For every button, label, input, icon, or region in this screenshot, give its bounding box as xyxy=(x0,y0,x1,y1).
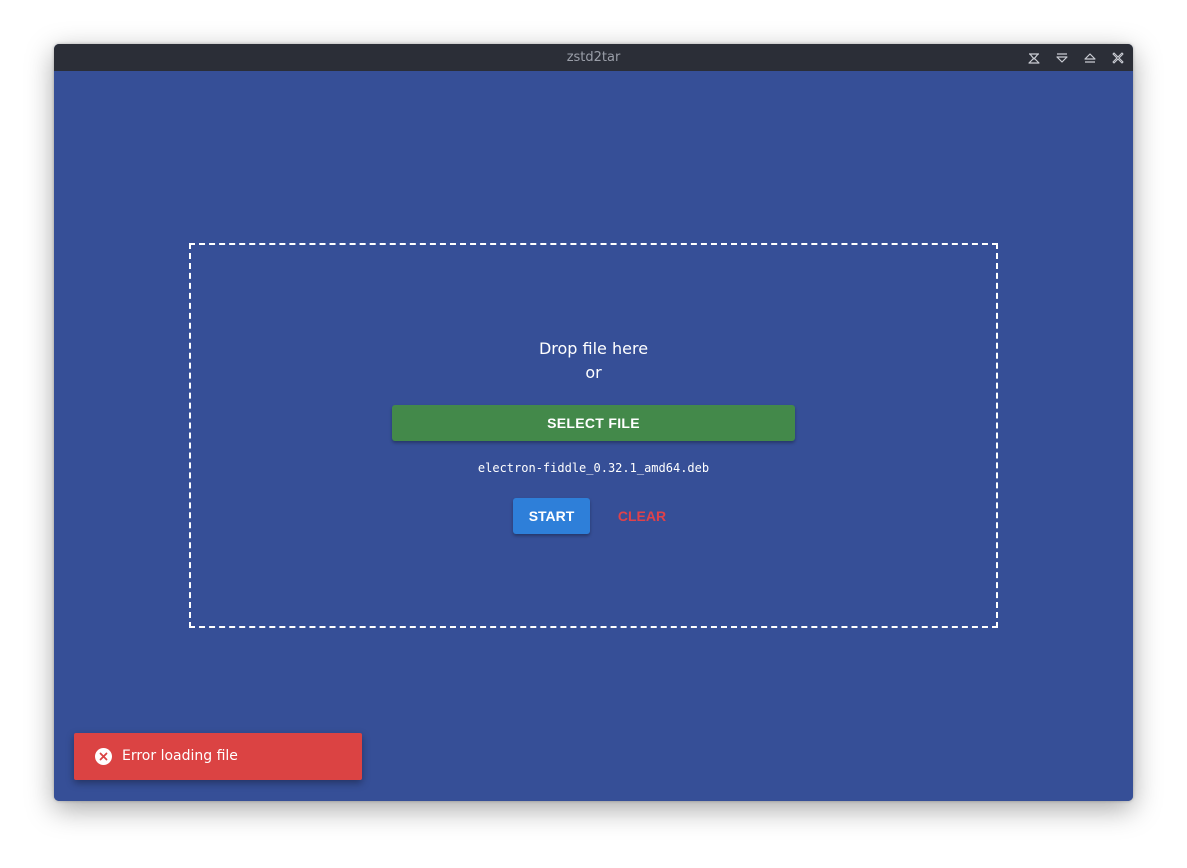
minimize-icon[interactable] xyxy=(1053,49,1071,67)
select-file-button[interactable]: SELECT FILE xyxy=(392,405,795,441)
error-circle-icon xyxy=(95,748,112,765)
window-controls xyxy=(1025,49,1127,67)
error-toast: Error loading file xyxy=(74,733,362,780)
or-label: or xyxy=(585,363,602,382)
keep-above-icon[interactable] xyxy=(1025,49,1043,67)
close-icon[interactable] xyxy=(1109,49,1127,67)
title-bar[interactable]: zstd2tar xyxy=(54,44,1133,71)
main-content: Drop file here or SELECT FILE electron-f… xyxy=(54,71,1133,801)
window-title: zstd2tar xyxy=(566,50,621,65)
file-drop-zone[interactable]: Drop file here or SELECT FILE electron-f… xyxy=(189,243,998,628)
start-button[interactable]: START xyxy=(513,498,590,534)
selected-filename: electron-fiddle_0.32.1_amd64.deb xyxy=(477,461,710,475)
maximize-icon[interactable] xyxy=(1081,49,1099,67)
drop-file-label: Drop file here xyxy=(538,339,649,358)
app-window: zstd2tar Drop file here or SELECT FILE e… xyxy=(54,44,1133,801)
toast-message: Error loading file xyxy=(122,748,238,764)
clear-button[interactable]: CLEAR xyxy=(607,498,677,534)
